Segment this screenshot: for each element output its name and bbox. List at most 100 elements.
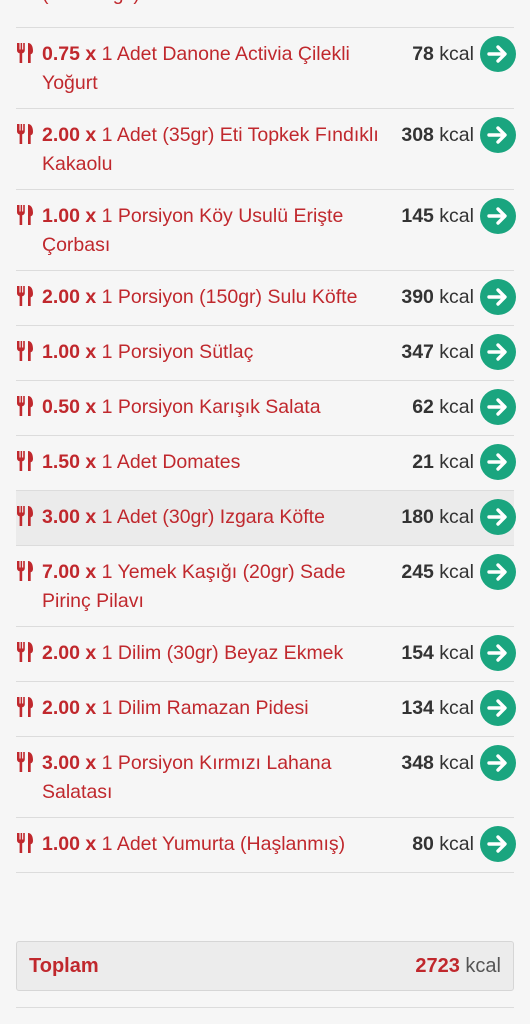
item-text: 3.00 x 1 Adet (30gr) Izgara Köfte (42, 503, 401, 532)
total-value: 2723 (415, 954, 460, 977)
item-description: 1 Adet Domates (96, 451, 241, 473)
item-description: 1 Porsiyon (150gr) Sulu Köfte (96, 286, 358, 308)
fork-knife-icon (16, 560, 42, 582)
item-text: 1.50 x 1 Adet Domates (42, 448, 412, 477)
item-quantity: 3.00 x (42, 506, 97, 528)
item-quantity: 0.75 x (42, 43, 97, 65)
list-item[interactable]: 2.00 x 1 Dilim Ramazan Pidesi 134 kcal (16, 682, 516, 737)
item-kcal-unit: kcal (433, 642, 474, 664)
fork-knife-icon (16, 641, 42, 663)
item-kcal-unit: kcal (433, 506, 474, 528)
list-item[interactable]: 3.00 x 1 Porsiyon Kırmızı Lahana Salatas… (16, 737, 516, 818)
item-kcal-value: 78 (412, 43, 434, 65)
item-kcal-unit: kcal (433, 124, 474, 146)
item-text: 0.75 x 1 Adet Danone Activia Çilekli Yoğ… (42, 40, 412, 98)
item-quantity: 1.50 x (42, 451, 97, 473)
item-kcal-unit: kcal (433, 697, 474, 719)
partial-list-item[interactable]: (Tam Yağlı) (16, 0, 514, 28)
item-kcal: 62 kcal (412, 393, 474, 422)
item-kcal-unit: kcal (433, 341, 474, 363)
total-bar: Toplam 2723 kcal (16, 941, 514, 991)
item-kcal: 308 kcal (401, 121, 474, 150)
divider (16, 1007, 514, 1008)
item-quantity: 2.00 x (42, 697, 97, 719)
fork-knife-icon (16, 123, 42, 145)
go-button[interactable] (480, 36, 516, 72)
fork-knife-icon (16, 340, 42, 362)
go-button[interactable] (480, 198, 516, 234)
item-kcal-value: 154 (401, 642, 434, 664)
item-kcal-unit: kcal (433, 205, 474, 227)
item-kcal-unit: kcal (433, 451, 474, 473)
list-item[interactable]: 1.00 x 1 Adet Yumurta (Haşlanmış) 80 kcal (16, 818, 516, 873)
list-item[interactable]: 3.00 x 1 Adet (30gr) Izgara Köfte 180 kca… (16, 491, 516, 546)
list-item[interactable]: 1.00 x 1 Porsiyon Sütlaç 347 kcal (16, 326, 516, 381)
item-kcal-unit: kcal (433, 833, 474, 855)
list-item[interactable]: 2.00 x 1 Dilim (30gr) Beyaz Ekmek 154 kca… (16, 627, 516, 682)
go-button[interactable] (480, 499, 516, 535)
item-kcal-unit: kcal (433, 43, 474, 65)
go-button[interactable] (480, 334, 516, 370)
item-quantity: 0.50 x (42, 396, 97, 418)
go-button[interactable] (480, 635, 516, 671)
total-unit: kcal (459, 954, 501, 977)
fork-knife-icon (16, 42, 42, 64)
item-kcal: 390 kcal (401, 283, 474, 312)
go-button[interactable] (480, 389, 516, 425)
item-quantity: 1.00 x (42, 833, 97, 855)
total-kcal: 2723 kcal (415, 955, 501, 978)
arrow-right-icon (487, 397, 509, 417)
item-text: 2.00 x 1 Dilim Ramazan Pidesi (42, 694, 401, 723)
arrow-right-icon (487, 287, 509, 307)
item-kcal-value: 347 (401, 341, 434, 363)
fork-knife-icon (16, 450, 42, 472)
list-item[interactable]: 0.50 x 1 Porsiyon Karışık Salata 62 kcal (16, 381, 516, 436)
list-item[interactable]: 0.75 x 1 Adet Danone Activia Çilekli Yoğ… (16, 28, 516, 109)
item-text: 3.00 x 1 Porsiyon Kırmızı Lahana Salatas… (42, 749, 401, 807)
item-text: 2.00 x 1 Dilim (30gr) Beyaz Ekmek (42, 639, 401, 668)
go-button[interactable] (480, 117, 516, 153)
item-description: 1 Porsiyon Sütlaç (96, 341, 254, 363)
item-kcal-value: 180 (401, 506, 434, 528)
item-kcal-unit: kcal (433, 286, 474, 308)
go-button[interactable] (480, 690, 516, 726)
item-text: 0.50 x 1 Porsiyon Karışık Salata (42, 393, 412, 422)
item-kcal: 145 kcal (401, 202, 474, 231)
item-description: 1 Adet Yumurta (Haşlanmış) (96, 833, 346, 855)
item-kcal-unit: kcal (433, 561, 474, 583)
fork-knife-icon (16, 751, 42, 773)
item-kcal-value: 308 (401, 124, 434, 146)
list-item[interactable]: 1.00 x 1 Porsiyon Köy Usulü Erişte Çorba… (16, 190, 516, 271)
item-kcal: 78 kcal (412, 40, 474, 69)
item-text: 1.00 x 1 Porsiyon Köy Usulü Erişte Çorba… (42, 202, 401, 260)
go-button[interactable] (480, 444, 516, 480)
arrow-right-icon (487, 125, 509, 145)
list-item[interactable]: 7.00 x 1 Yemek Kaşığı (20gr) Sade Pirinç… (16, 546, 516, 627)
item-kcal-value: 348 (401, 752, 434, 774)
food-list: (Tam Yağlı) 0.75 x 1 Adet Danone Activia… (16, 0, 516, 873)
item-quantity: 7.00 x (42, 561, 97, 583)
item-kcal-value: 80 (412, 833, 434, 855)
go-button[interactable] (480, 826, 516, 862)
item-kcal-value: 134 (401, 697, 434, 719)
list-item[interactable]: 1.50 x 1 Adet Domates 21 kcal (16, 436, 516, 491)
go-button[interactable] (480, 745, 516, 781)
fork-knife-icon (16, 832, 42, 854)
item-text: 1.00 x 1 Adet Yumurta (Haşlanmış) (42, 830, 412, 859)
list-item[interactable]: 2.00 x 1 Porsiyon (150gr) Sulu Köfte 390 … (16, 271, 516, 326)
go-button[interactable] (480, 279, 516, 315)
item-kcal-value: 62 (412, 396, 434, 418)
arrow-right-icon (487, 44, 509, 64)
arrow-right-icon (487, 452, 509, 472)
fork-knife-icon (16, 395, 42, 417)
item-text: 2.00 x 1 Adet (35gr) Eti Topkek Fındıklı… (42, 121, 401, 179)
item-description: 1 Dilim (30gr) Beyaz Ekmek (96, 642, 344, 664)
item-kcal-value: 21 (412, 451, 434, 473)
list-item[interactable]: 2.00 x 1 Adet (35gr) Eti Topkek Fındıklı… (16, 109, 516, 190)
arrow-right-icon (487, 753, 509, 773)
item-kcal: 80 kcal (412, 830, 474, 859)
go-button[interactable] (480, 554, 516, 590)
item-quantity: 1.00 x (42, 205, 97, 227)
arrow-right-icon (487, 562, 509, 582)
item-kcal: 180 kcal (401, 503, 474, 532)
